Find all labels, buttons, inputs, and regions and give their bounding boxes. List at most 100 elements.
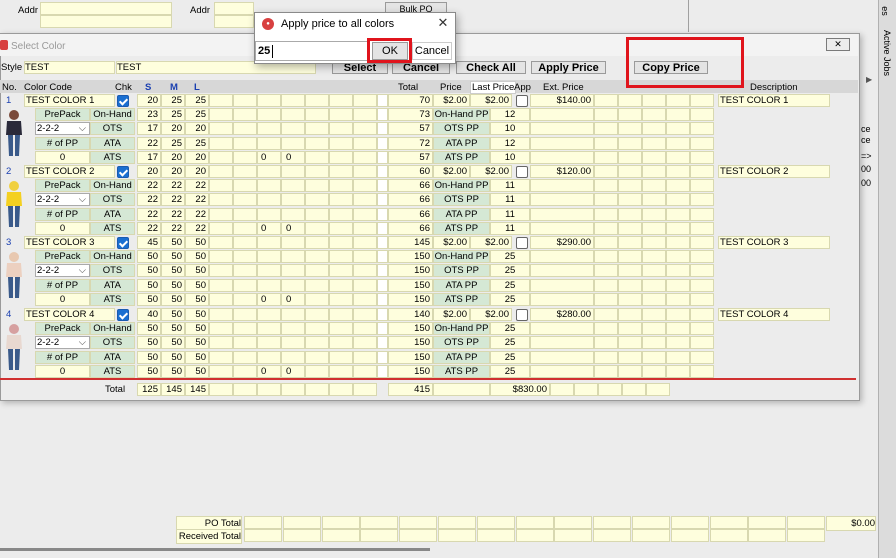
pp-value-cell[interactable]: 12 bbox=[490, 136, 530, 150]
extra-size-cell[interactable] bbox=[281, 108, 305, 122]
extra-size-cell[interactable] bbox=[209, 108, 233, 122]
extra-size-cell[interactable] bbox=[353, 292, 377, 306]
extra-size-cell[interactable] bbox=[281, 264, 305, 278]
inventory-label[interactable]: ATS bbox=[90, 292, 135, 306]
pp-value-cell[interactable]: 10 bbox=[490, 150, 530, 164]
size-qty-cell[interactable]: 25 bbox=[185, 108, 209, 122]
description-cell[interactable]: TEST COLOR 1 bbox=[718, 94, 830, 107]
right-extra-cell[interactable] bbox=[618, 122, 642, 136]
extra-size-cell[interactable] bbox=[257, 278, 281, 292]
num-pp-input[interactable]: 0 bbox=[35, 150, 90, 164]
es-tab[interactable]: es bbox=[880, 0, 894, 26]
received-total-cell[interactable] bbox=[787, 529, 826, 542]
right-extra-cell[interactable] bbox=[666, 193, 690, 207]
size-qty-cell[interactable]: 50 bbox=[185, 350, 209, 364]
extra-size-cell[interactable] bbox=[353, 264, 377, 278]
right-extra-cell[interactable] bbox=[618, 308, 642, 321]
extra-size-cell[interactable] bbox=[233, 322, 257, 336]
pp-value-cell[interactable]: 11 bbox=[490, 221, 530, 235]
extra-size-cell[interactable] bbox=[353, 221, 377, 235]
right-extra-cell[interactable] bbox=[690, 179, 714, 193]
extra-size-cell[interactable] bbox=[305, 179, 329, 193]
last-price-cell[interactable]: $2.00 bbox=[470, 94, 512, 107]
prepack-select[interactable]: 2-2-2 ⌵ bbox=[35, 122, 90, 136]
extra-size-cell[interactable] bbox=[209, 150, 233, 164]
footer-extra-cell[interactable] bbox=[209, 383, 233, 396]
size-qty-cell[interactable]: 20 bbox=[161, 122, 185, 136]
footer-extra-cell[interactable] bbox=[257, 383, 281, 396]
size-qty-cell[interactable]: 22 bbox=[137, 221, 161, 235]
pp-value-cell[interactable]: 11 bbox=[490, 193, 530, 207]
size-qty-cell[interactable]: 25 bbox=[161, 136, 185, 150]
size-qty-cell[interactable]: 23 bbox=[137, 108, 161, 122]
blank-spacer[interactable] bbox=[377, 207, 388, 221]
blank-spacer[interactable] bbox=[377, 364, 388, 378]
extra-size-cell[interactable] bbox=[281, 278, 305, 292]
right-extra-cell[interactable] bbox=[666, 150, 690, 164]
extra-size-cell[interactable] bbox=[209, 364, 233, 378]
size-qty-cell[interactable]: 50 bbox=[185, 250, 209, 264]
extra-size-cell[interactable] bbox=[281, 350, 305, 364]
size-qty-cell[interactable]: 20 bbox=[185, 165, 209, 178]
po-total-cell[interactable] bbox=[476, 516, 515, 529]
extra-size-cell[interactable] bbox=[257, 165, 281, 178]
size-qty-cell[interactable]: 50 bbox=[185, 278, 209, 292]
right-extra-cell[interactable] bbox=[690, 236, 714, 249]
color-code-cell[interactable]: TEST COLOR 3 bbox=[24, 236, 115, 249]
right-extra-cell[interactable] bbox=[594, 94, 618, 107]
size-qty-cell[interactable]: 20 bbox=[137, 165, 161, 178]
prepack-label[interactable]: PrePack bbox=[35, 179, 90, 193]
size-qty-cell[interactable]: 50 bbox=[137, 292, 161, 306]
size-qty-cell[interactable]: 17 bbox=[137, 150, 161, 164]
size-qty-cell[interactable]: 20 bbox=[185, 150, 209, 164]
extra-size-cell[interactable] bbox=[209, 94, 233, 107]
blank-spacer[interactable] bbox=[377, 336, 388, 350]
ats-extra-1[interactable]: 0 bbox=[286, 222, 291, 235]
last-price-cell[interactable]: $2.00 bbox=[470, 165, 512, 178]
right-extra-cell[interactable] bbox=[642, 179, 666, 193]
inventory-label[interactable]: ATA bbox=[90, 278, 135, 292]
right-extra-cell[interactable] bbox=[642, 221, 666, 235]
extra-size-cell[interactable] bbox=[353, 179, 377, 193]
ext-price-cell[interactable]: $120.00 bbox=[530, 165, 594, 178]
right-extra-cell[interactable] bbox=[642, 278, 666, 292]
addr-field-2[interactable] bbox=[214, 2, 254, 15]
app-checkbox[interactable] bbox=[516, 236, 528, 249]
right-extra-cell[interactable] bbox=[618, 236, 642, 249]
pp-value-cell[interactable]: 25 bbox=[490, 278, 530, 292]
num-pp-input[interactable]: 0 bbox=[35, 292, 90, 306]
size-qty-cell[interactable]: 20 bbox=[185, 122, 209, 136]
right-extra-cell[interactable] bbox=[666, 165, 690, 178]
inventory-label[interactable]: On-Hand bbox=[90, 322, 135, 336]
extra-size-cell[interactable] bbox=[233, 278, 257, 292]
right-extra-cell[interactable] bbox=[642, 150, 666, 164]
size-qty-cell[interactable]: 50 bbox=[185, 292, 209, 306]
received-total-cell[interactable] bbox=[709, 529, 748, 542]
extra-size-cell[interactable] bbox=[329, 193, 353, 207]
blank-spacer[interactable] bbox=[377, 94, 388, 107]
pp-label[interactable]: ATS PP bbox=[433, 221, 490, 235]
right-extra-cell[interactable] bbox=[666, 207, 690, 221]
extra-size-cell[interactable] bbox=[209, 165, 233, 178]
right-extra-cell[interactable] bbox=[690, 193, 714, 207]
pp-label[interactable]: ATS PP bbox=[433, 150, 490, 164]
right-extra-cell[interactable] bbox=[594, 236, 618, 249]
received-total-cell[interactable] bbox=[593, 529, 632, 542]
blank-spacer[interactable] bbox=[377, 150, 388, 164]
ats-extra-1[interactable]: 0 bbox=[286, 293, 291, 306]
right-extra-cell[interactable] bbox=[666, 278, 690, 292]
po-total-cell[interactable] bbox=[515, 516, 554, 529]
ext-price-blank[interactable] bbox=[530, 264, 594, 278]
color-row-number[interactable]: 3 bbox=[6, 236, 11, 249]
right-extra-cell[interactable] bbox=[642, 236, 666, 249]
row-total-cell[interactable]: 60 bbox=[388, 165, 433, 178]
size-qty-cell[interactable]: 50 bbox=[137, 250, 161, 264]
right-extra-cell[interactable] bbox=[666, 236, 690, 249]
color-checkbox[interactable] bbox=[117, 236, 129, 249]
size-qty-cell[interactable]: 20 bbox=[161, 165, 185, 178]
right-extra-cell[interactable] bbox=[618, 136, 642, 150]
extra-size-cell[interactable] bbox=[257, 322, 281, 336]
extra-size-cell[interactable] bbox=[209, 322, 233, 336]
num-pp-label[interactable]: # of PP bbox=[35, 136, 90, 150]
pp-value-cell[interactable]: 11 bbox=[490, 207, 530, 221]
